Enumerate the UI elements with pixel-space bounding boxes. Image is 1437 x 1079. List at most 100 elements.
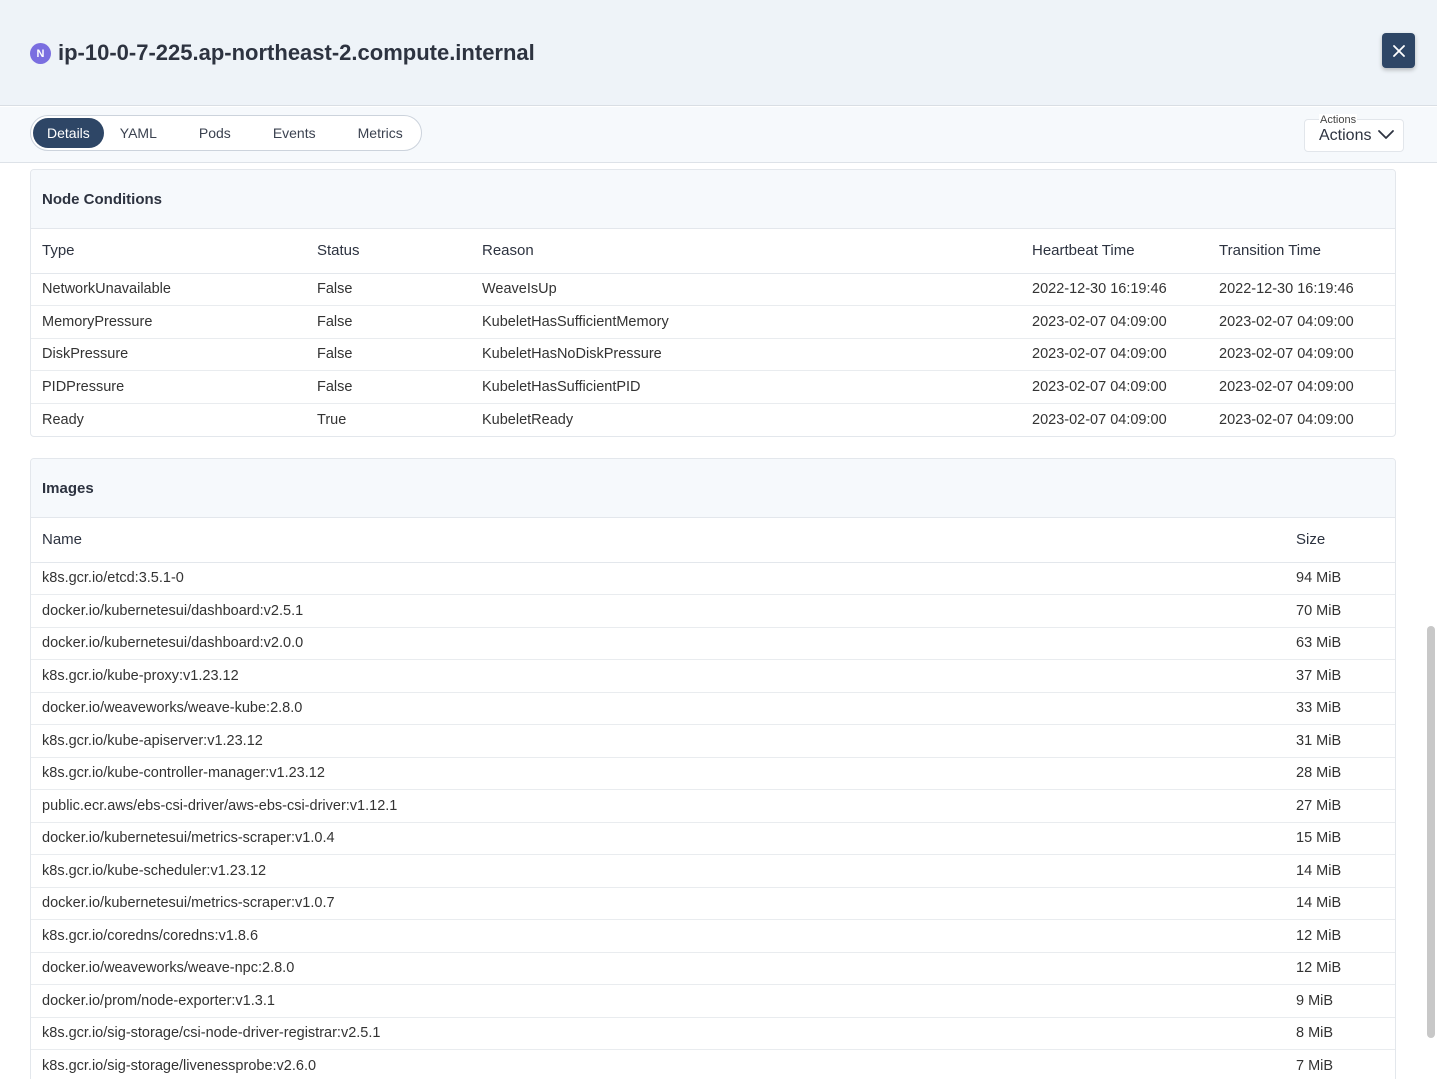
- image-name-cell: k8s.gcr.io/kube-apiserver:v1.23.12: [31, 724, 1285, 758]
- image-size-cell: 33 MiB: [1285, 692, 1395, 725]
- table-row: docker.io/kubernetesui/metrics-scraper:v…: [31, 887, 1395, 920]
- image-name-cell: docker.io/weaveworks/weave-npc:2.8.0: [31, 952, 1285, 985]
- actions-dropdown[interactable]: Actions Actions: [1304, 114, 1404, 152]
- condition-status-cell: False: [306, 273, 471, 306]
- transition-time-cell: 2023-02-07 04:09:00: [1219, 411, 1354, 428]
- tab-yaml[interactable]: YAML: [106, 118, 171, 148]
- image-size-cell: 14 MiB: [1285, 854, 1395, 888]
- table-row: docker.io/kubernetesui/dashboard:v2.0.0 6…: [31, 627, 1395, 660]
- transition-time-cell: 2023-02-07 04:09:00: [1208, 338, 1395, 371]
- table-row: DiskPressure False KubeletHasNoDiskPressur…: [31, 338, 1395, 371]
- heartbeat-time-cell: 2023-02-07 04:09:00: [1021, 305, 1208, 339]
- table-row: NetworkUnavailable False WeaveIsUp 2022-12-…: [31, 273, 1395, 306]
- heartbeat-time-cell: 2023-02-07 04:09:00: [1032, 411, 1167, 428]
- tab-pods[interactable]: Pods: [185, 118, 245, 148]
- images-card: Images Name Size k8s.gcr.io/etcd:3.5.1-0…: [30, 458, 1396, 1079]
- condition-status-cell: True: [317, 411, 347, 428]
- column-header-reason: Reason: [471, 229, 1021, 274]
- image-size-cell: 28 MiB: [1285, 757, 1395, 790]
- condition-reason-cell: WeaveIsUp: [471, 273, 1021, 306]
- table-row: k8s.gcr.io/kube-scheduler:v1.23.12 14 MiB: [31, 854, 1395, 888]
- transition-time-cell: 2023-02-07 04:09:00: [1208, 305, 1395, 339]
- table-row: k8s.gcr.io/sig-storage/csi-node-driver-r…: [31, 1017, 1395, 1050]
- table-row: docker.io/weaveworks/weave-kube:2.8.0 33 …: [31, 692, 1395, 725]
- image-name-cell: docker.io/prom/node-exporter:v1.3.1: [31, 984, 1285, 1018]
- condition-reason-cell: KubeletReady: [482, 411, 574, 428]
- column-header-name: Name: [31, 518, 1285, 563]
- image-size-cell: 14 MiB: [1285, 887, 1395, 920]
- image-size-cell: 70 MiB: [1285, 594, 1395, 628]
- images-title: Images: [31, 459, 1395, 518]
- tab-group: Details YAML Pods Events Metrics: [30, 115, 422, 151]
- image-name-cell: public.ecr.aws/ebs-csi-driver/aws-ebs-cs…: [31, 789, 1285, 823]
- table-header-row: Name Size: [31, 518, 1395, 563]
- column-header-size: Size: [1285, 518, 1395, 563]
- node-kind-badge: N: [30, 43, 51, 64]
- condition-reason-cell: KubeletHasSufficientPID: [471, 370, 1021, 404]
- image-name-cell: k8s.gcr.io/kube-scheduler:v1.23.12: [31, 854, 1285, 888]
- drawer-header: N ip-10-0-7-225.ap-northeast-2.compute.i…: [0, 0, 1437, 106]
- images-body: k8s.gcr.io/etcd:3.5.1-0 94 MiB docker.io/k…: [31, 562, 1395, 1079]
- table-row: k8s.gcr.io/kube-controller-manager:v1.23…: [31, 757, 1395, 790]
- image-size-cell: 31 MiB: [1285, 724, 1395, 758]
- column-header-type: Type: [31, 229, 306, 274]
- image-name-cell: docker.io/kubernetesui/metrics-scraper:v…: [31, 887, 1285, 920]
- table-row: docker.io/prom/node-exporter:v1.3.1 9 MiB: [31, 984, 1395, 1018]
- image-name-cell: docker.io/kubernetesui/dashboard:v2.0.0: [31, 627, 1285, 660]
- close-button[interactable]: [1382, 33, 1415, 68]
- image-size-cell: 8 MiB: [1285, 1017, 1395, 1050]
- table-row: k8s.gcr.io/etcd:3.5.1-0 94 MiB: [31, 562, 1395, 595]
- image-name-cell: k8s.gcr.io/etcd:3.5.1-0: [31, 562, 1285, 595]
- image-size-cell: 12 MiB: [1285, 919, 1395, 953]
- condition-reason-cell: KubeletHasNoDiskPressure: [471, 338, 1021, 371]
- condition-reason-cell: KubeletHasSufficientMemory: [471, 305, 1021, 339]
- actions-label: Actions: [1319, 127, 1372, 144]
- condition-type-cell: PIDPressure: [31, 370, 306, 404]
- table-header-row: Type Status Reason Heartbeat Time Transi…: [31, 229, 1395, 274]
- condition-type-cell: DiskPressure: [31, 338, 306, 371]
- image-name-cell: k8s.gcr.io/coredns/coredns:v1.8.6: [31, 919, 1285, 953]
- image-size-cell: 27 MiB: [1285, 789, 1395, 823]
- image-name-cell: k8s.gcr.io/kube-controller-manager:v1.23…: [31, 757, 1285, 790]
- image-size-cell: 7 MiB: [1296, 1058, 1334, 1074]
- image-size-cell: 37 MiB: [1285, 659, 1395, 693]
- chevron-down-icon: [1378, 130, 1394, 139]
- table-row: public.ecr.aws/ebs-csi-driver/aws-ebs-cs…: [31, 789, 1395, 823]
- condition-status-cell: False: [306, 338, 471, 371]
- column-header-status: Status: [306, 229, 471, 274]
- transition-time-cell: 2022-12-30 16:19:46: [1208, 273, 1395, 306]
- node-conditions-card: Node Conditions Type Status Reason Heart…: [30, 169, 1396, 437]
- column-header-heartbeat-time: Heartbeat Time: [1021, 229, 1208, 274]
- transition-time-cell: 2023-02-07 04:09:00: [1208, 370, 1395, 404]
- condition-status-cell: False: [306, 370, 471, 404]
- table-row: docker.io/weaveworks/weave-npc:2.8.0 12 M…: [31, 952, 1395, 985]
- table-row: docker.io/kubernetesui/metrics-scraper:v…: [31, 822, 1395, 855]
- image-name-cell: k8s.gcr.io/sig-storage/csi-node-driver-r…: [31, 1017, 1285, 1050]
- table-row: k8s.gcr.io/kube-apiserver:v1.23.12 31 MiB: [31, 724, 1395, 758]
- node-conditions-body: NetworkUnavailable False WeaveIsUp 2022-12-…: [31, 273, 1395, 436]
- table-row: MemoryPressure False KubeletHasSufficientM…: [31, 305, 1395, 339]
- image-name-cell: docker.io/kubernetesui/dashboard:v2.5.1: [31, 594, 1285, 628]
- node-conditions-title: Node Conditions: [31, 170, 1395, 229]
- image-size-cell: 94 MiB: [1285, 562, 1395, 595]
- table-row: docker.io/kubernetesui/dashboard:v2.5.1 7…: [31, 594, 1395, 628]
- tab-metrics[interactable]: Metrics: [344, 118, 417, 148]
- condition-status-cell: False: [306, 305, 471, 339]
- tab-events[interactable]: Events: [259, 118, 330, 148]
- heartbeat-time-cell: 2023-02-07 04:09:00: [1021, 338, 1208, 371]
- table-row: k8s.gcr.io/kube-proxy:v1.23.12 37 MiB: [31, 659, 1395, 693]
- condition-type-cell: NetworkUnavailable: [31, 273, 306, 306]
- image-size-cell: 15 MiB: [1285, 822, 1395, 855]
- close-icon: [1392, 44, 1405, 57]
- condition-type-cell: MemoryPressure: [31, 305, 306, 339]
- actions-caption: Actions: [1319, 114, 1358, 126]
- table-row: PIDPressure False KubeletHasSufficientPID 2…: [31, 370, 1395, 404]
- table-row: k8s.gcr.io/coredns/coredns:v1.8.6 12 MiB: [31, 919, 1395, 953]
- scrollbar-thumb[interactable]: [1427, 626, 1435, 1038]
- heartbeat-time-cell: 2023-02-07 04:09:00: [1021, 370, 1208, 404]
- tab-details[interactable]: Details: [33, 118, 104, 148]
- table-row: k8s.gcr.io/sig-storage/livenessprobe:v2.…: [31, 1050, 1395, 1079]
- images-table: Name Size k8s.gcr.io/etcd:3.5.1-0 94 MiB d…: [31, 518, 1395, 1079]
- details-content[interactable]: Node Conditions Type Status Reason Heart…: [0, 164, 1425, 1079]
- tab-bar: Details YAML Pods Events Metrics Actions…: [0, 107, 1437, 163]
